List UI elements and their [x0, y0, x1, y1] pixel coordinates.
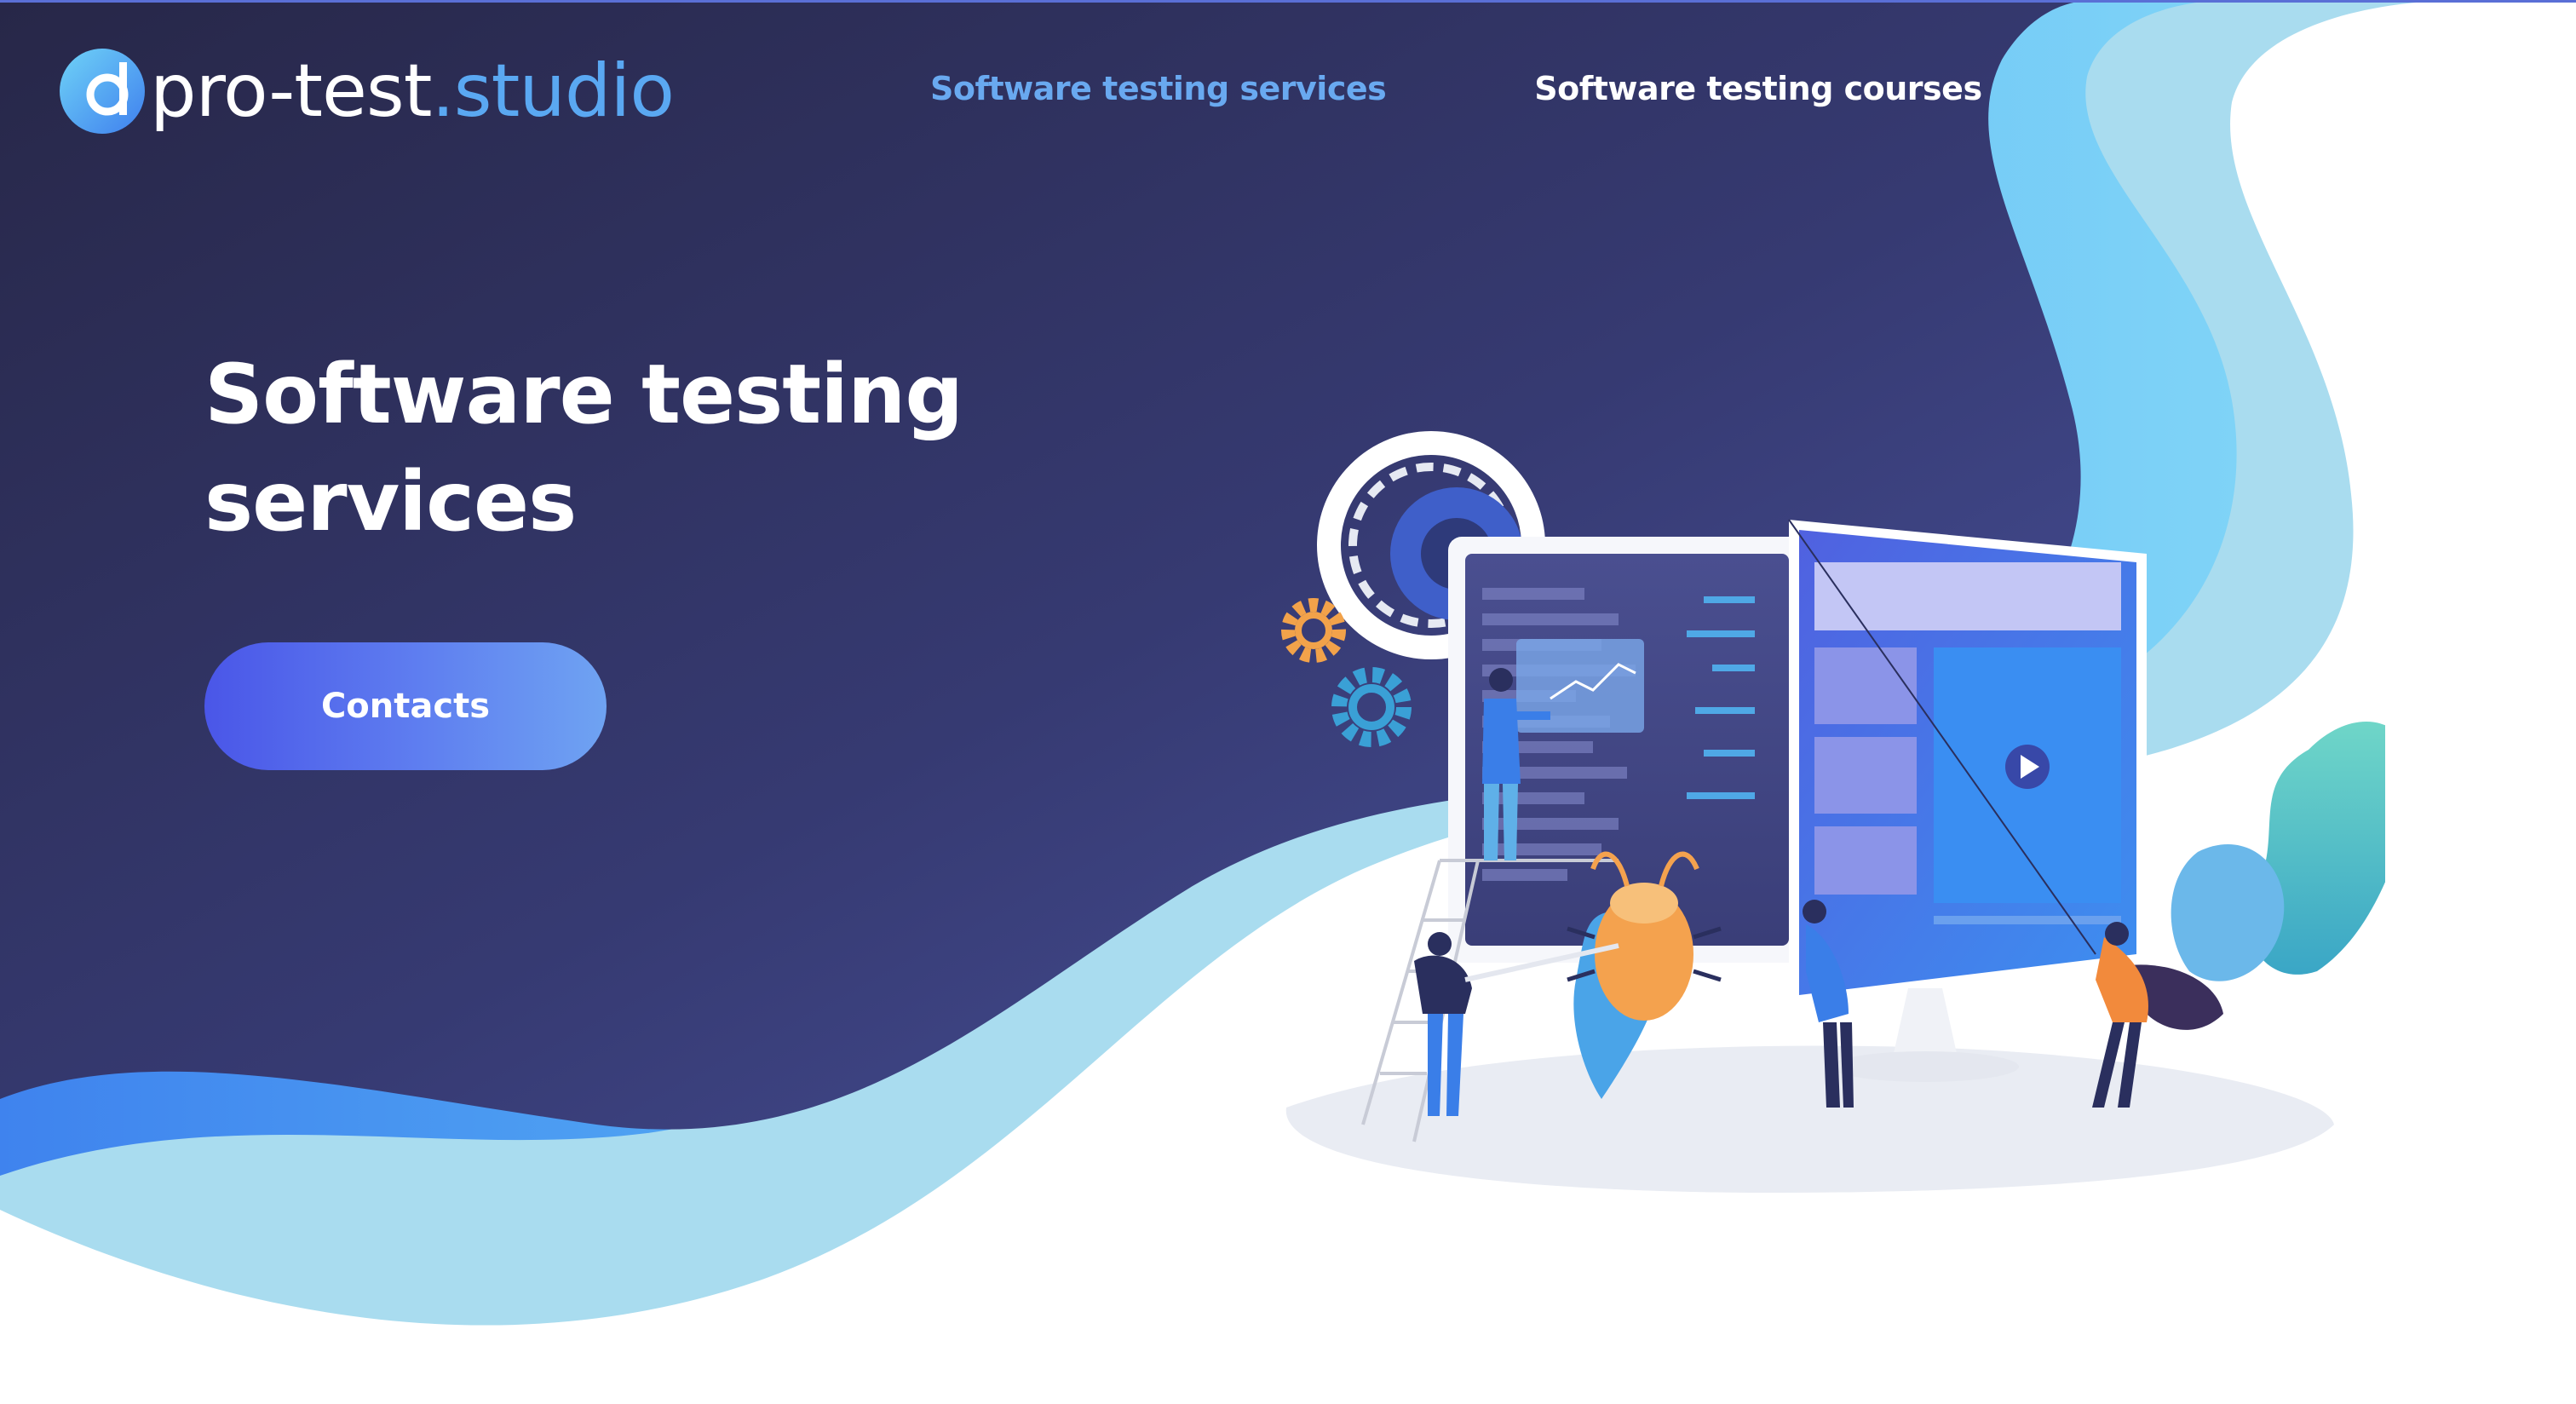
hero-illustration [1281, 431, 2385, 1193]
page: pro-test.studio Software testing service… [0, 0, 2576, 1404]
hero-title: Software testing services [204, 347, 963, 550]
nav-link-testing-courses[interactable]: Software testing courses [1534, 70, 1982, 107]
brand-name: pro-test.studio [150, 55, 675, 128]
plant-icon [2171, 722, 2385, 981]
top-border [0, 0, 2576, 3]
nav-link-testing-services[interactable]: Software testing services [930, 70, 1387, 107]
ground-shadow [1285, 1045, 2334, 1193]
main-nav: Software testing services Software testi… [930, 70, 1982, 107]
brand-logo[interactable]: pro-test.studio [58, 44, 675, 138]
small-orange-gear-icon [1281, 598, 1346, 663]
contacts-button[interactable]: Contacts [204, 642, 607, 770]
brand-name-part1: pro-test [150, 49, 432, 134]
brand-circle-logo-icon [58, 47, 147, 135]
small-blue-gear-icon [1331, 667, 1412, 747]
brand-name-part2: .studio [431, 49, 674, 134]
